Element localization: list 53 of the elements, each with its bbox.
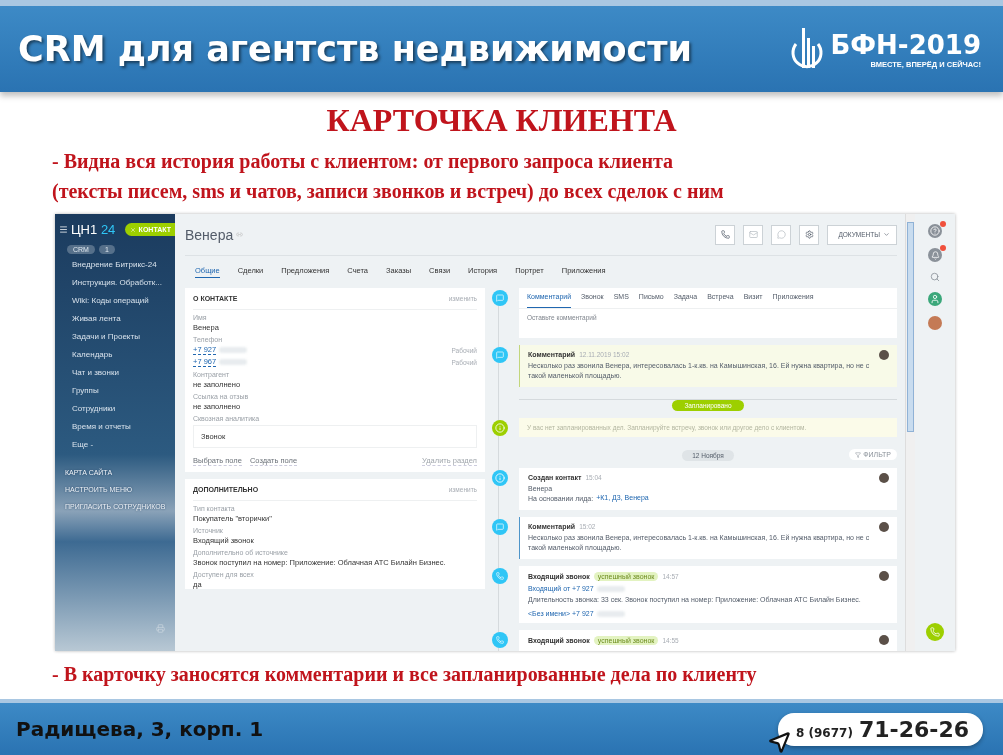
link-icon[interactable] [236,231,244,238]
avatar [879,635,889,645]
settings-button[interactable] [799,224,820,245]
sidebar-item[interactable]: Живая лента [55,310,175,328]
chat-icon [776,230,786,239]
phone-icon [492,568,508,584]
sidebar-item[interactable]: Время и отчеты [55,418,175,436]
logo-name: БФН-2019 [830,29,981,60]
section-heading: КАРТОЧКА КЛИЕНТА [325,102,678,138]
sidebar-item[interactable]: Еще - [55,436,175,454]
sidebar-item[interactable]: Задачи и Проекты [55,328,175,346]
search-icon[interactable] [930,272,940,282]
info-icon [492,420,508,436]
avatar [879,350,889,360]
user-avatar[interactable] [928,316,942,330]
user-icon[interactable] [928,292,942,306]
avatar [879,522,889,532]
call-button[interactable] [715,224,736,245]
gear-icon [804,230,814,239]
phone-icon [720,230,730,239]
caret-icon [883,231,890,238]
sidebar-item[interactable]: Внедрение Битрикс-24 [55,256,175,274]
info-icon [492,470,508,486]
close-icon [129,226,136,233]
sidebar-item[interactable]: Чат и звонки [55,364,175,382]
avatar [879,473,889,483]
phone-icon[interactable] [926,623,944,641]
avatar [879,571,889,581]
chat-button[interactable] [771,224,792,245]
slide-title: CRM для агентств недвижимости [18,29,693,69]
mail-button[interactable] [743,224,764,245]
app-logo: ЦН1 24 [71,222,116,237]
contact-title: Венера [185,226,234,243]
scroll-thumb[interactable] [907,222,914,432]
filter-icon [855,451,862,458]
sidebar-item[interactable]: Инструкция. Обработк... [55,274,175,292]
sidebar-item[interactable]: Wiki: Коды операций [55,292,175,310]
address-text: Радищева, 3, корп. 1 [16,717,264,741]
comment-icon [492,290,508,306]
phone-number: 71-26-26 [858,716,969,742]
menu-icon[interactable] [59,225,68,234]
sidebar-item[interactable]: Сотрудники [55,400,175,418]
intro-text: - Видна вся история работы с клиентом: от первого запроса клиента [52,149,674,175]
comment-icon [492,519,508,535]
intro-text: (тексты писем, sms и чатов, записи звонков и встреч) до всех сделок с ним [52,179,725,205]
phone-icon [492,632,508,648]
sidebar-item[interactable]: Календарь [55,346,175,364]
phone-code: 8 (9677) [796,725,853,740]
printer-icon[interactable] [156,624,165,633]
sidebar-item[interactable]: Группы [55,382,175,400]
footer-note: - В карточку заносятся комментарии и все запланированные дела по клиенту [52,662,758,688]
envelope-icon [748,230,758,239]
comment-icon [492,347,508,363]
